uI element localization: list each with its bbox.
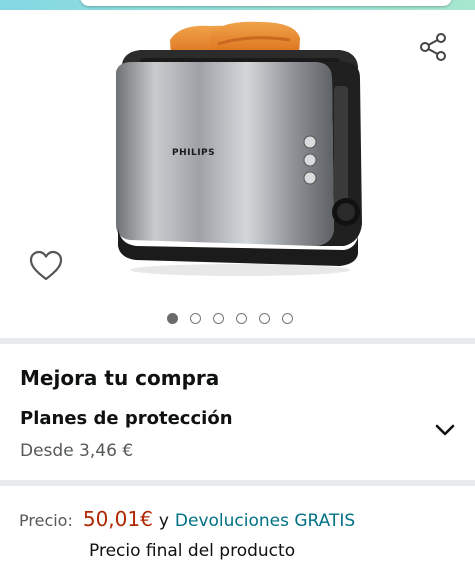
price-label: Precio: xyxy=(19,511,73,530)
gallery-dot-5[interactable] xyxy=(259,313,270,324)
price-value: 50,01€ xyxy=(82,507,153,531)
gallery-dot-2[interactable] xyxy=(190,313,201,324)
section-divider xyxy=(0,338,475,344)
protection-plans-row[interactable]: Planes de protección Desde 3,46 € xyxy=(0,398,475,476)
share-icon[interactable] xyxy=(418,31,450,63)
gallery-dot-4[interactable] xyxy=(236,313,247,324)
heart-icon[interactable] xyxy=(29,250,63,282)
upgrade-section-title: Mejora tu compra xyxy=(20,366,220,390)
gallery-dot-1[interactable] xyxy=(167,313,178,324)
brand-logo-text: PHILIPS xyxy=(172,148,216,158)
image-pagination xyxy=(167,313,293,324)
free-returns-link[interactable]: Devoluciones GRATIS xyxy=(175,511,355,531)
search-box[interactable] xyxy=(80,0,452,6)
protection-plans-title: Planes de protección xyxy=(20,408,233,429)
final-price-note: Precio final del producto xyxy=(89,541,296,561)
price-row: Precio: 50,01€ y Devoluciones GRATIS xyxy=(19,507,355,531)
price-conjunction: y xyxy=(158,511,169,531)
section-divider xyxy=(0,480,475,486)
gallery-dot-3[interactable] xyxy=(213,313,224,324)
gallery-dot-6[interactable] xyxy=(282,313,293,324)
chevron-down-icon[interactable] xyxy=(433,418,457,442)
product-image[interactable] xyxy=(100,14,370,282)
protection-plans-price: Desde 3,46 € xyxy=(20,441,134,461)
